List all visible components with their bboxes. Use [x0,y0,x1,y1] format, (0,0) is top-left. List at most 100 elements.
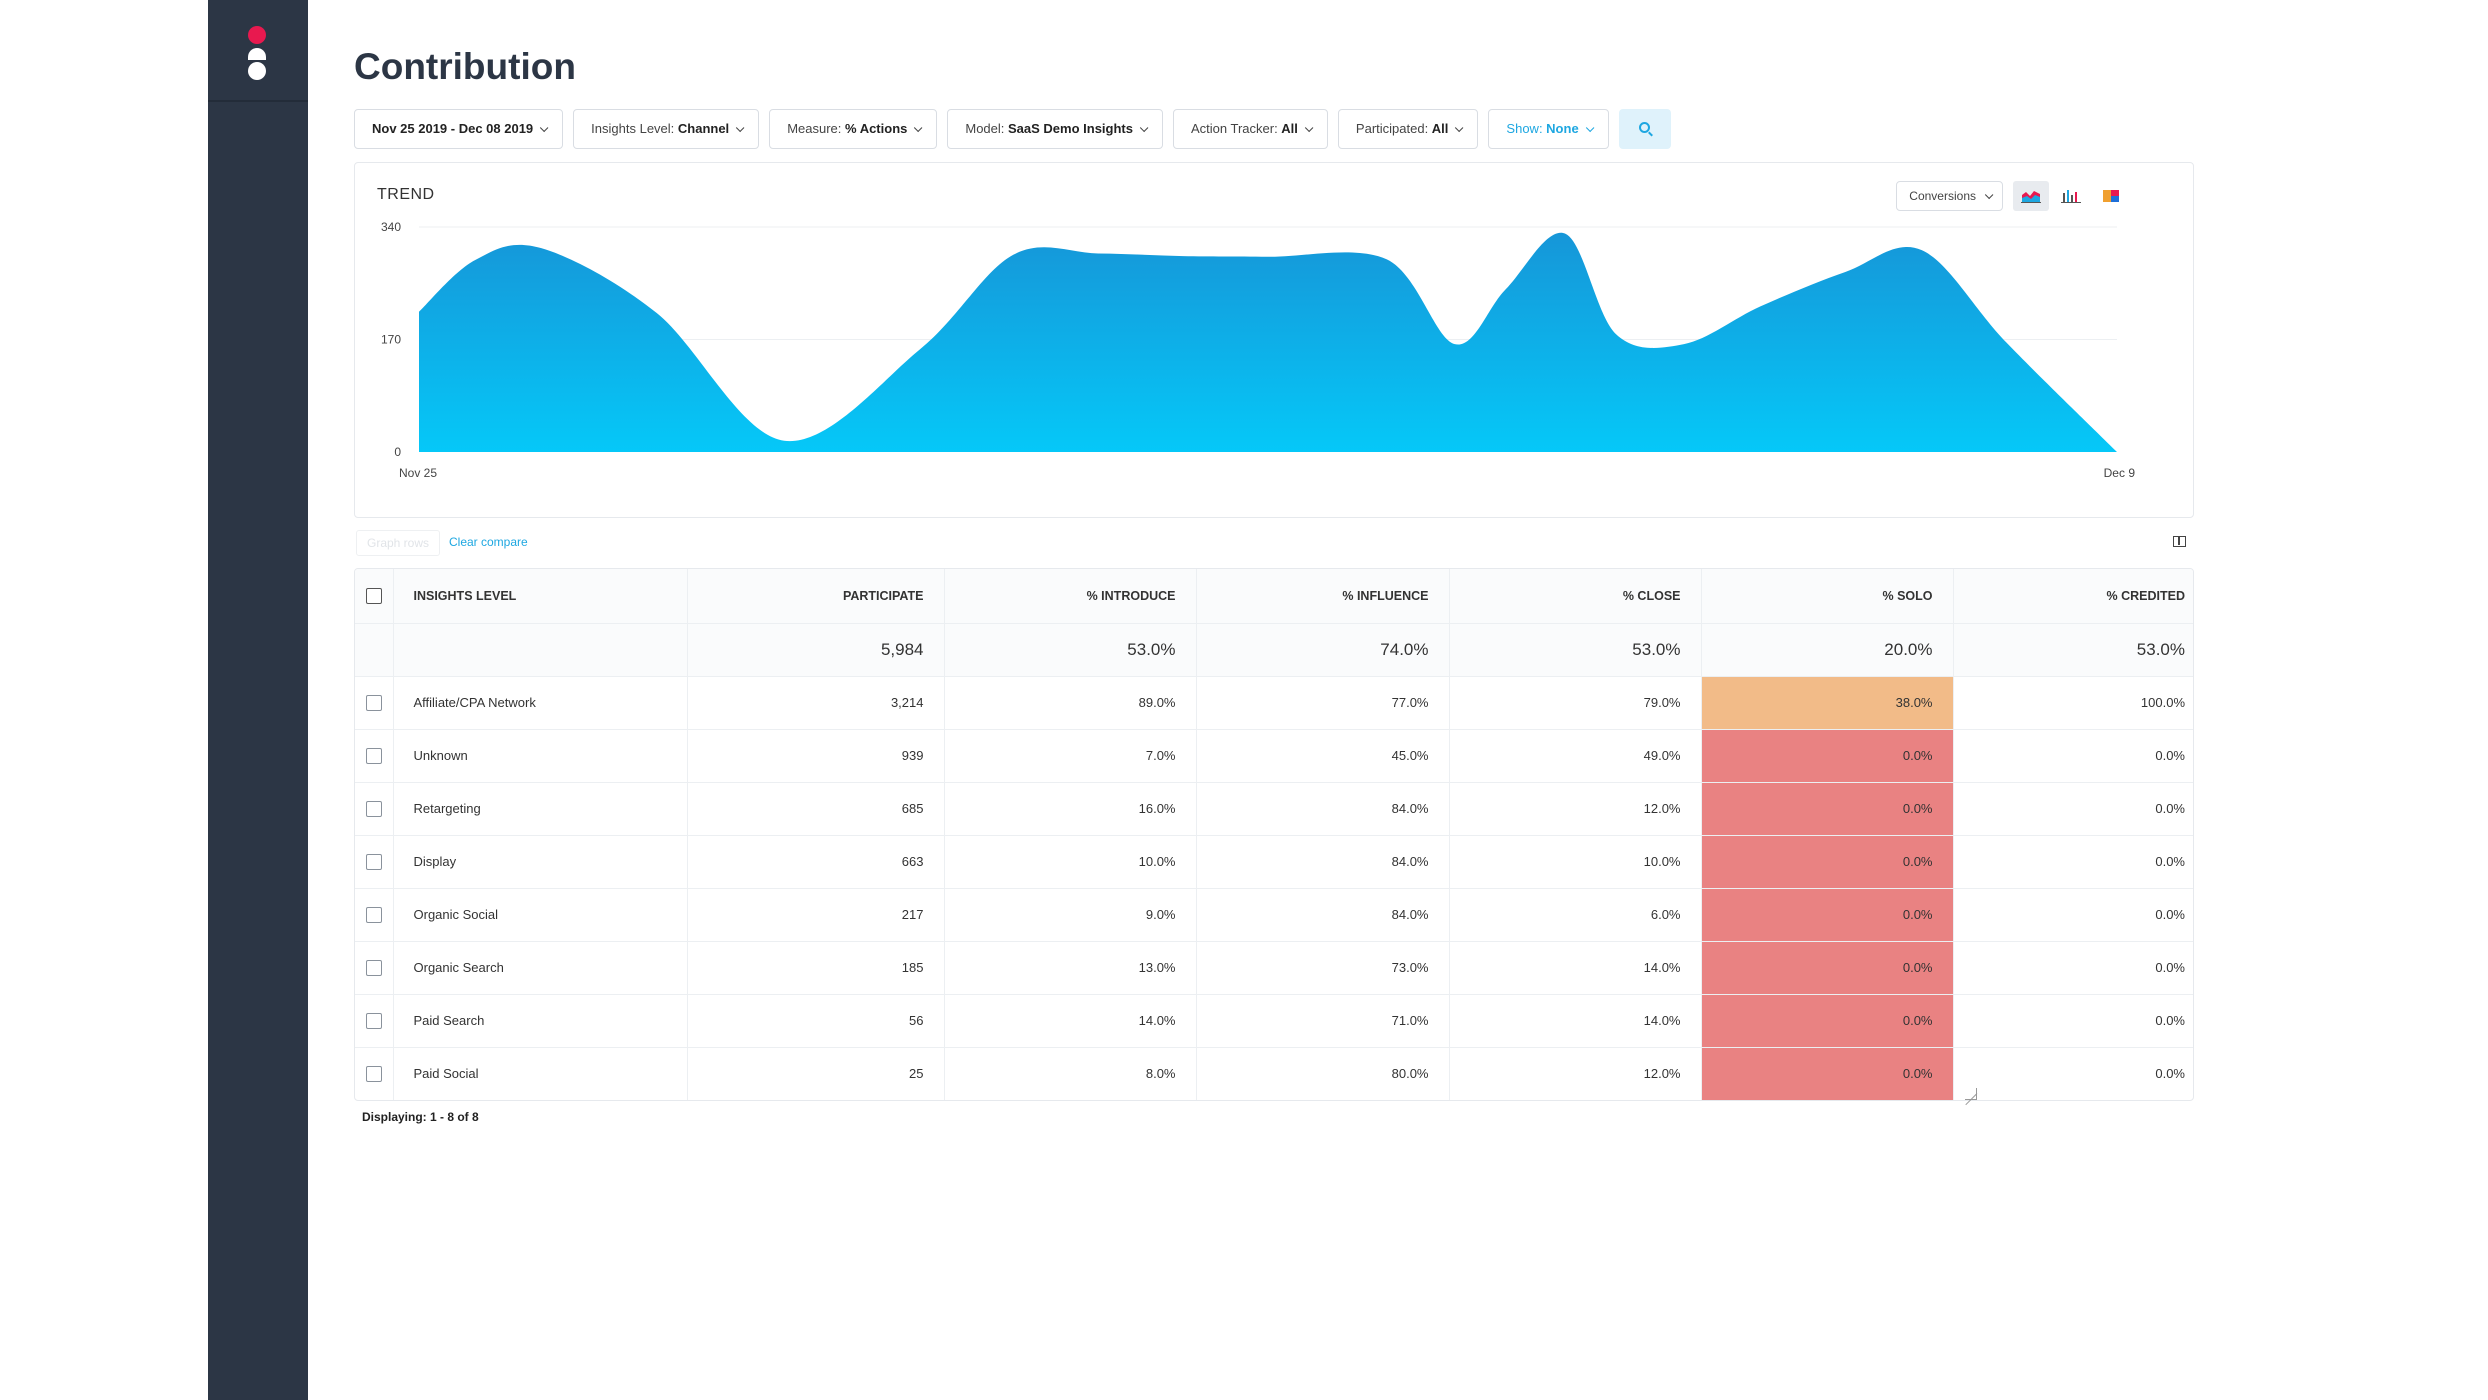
date-range-filter[interactable]: Nov 25 2019 - Dec 08 2019 [354,109,564,149]
table-cell: 0.0% [1701,994,1954,1048]
table-cell: 0.0% [1701,941,1954,995]
table-row[interactable]: Retargeting 685 16.0% 84.0% 12.0% 0.0% 0.0% [355,782,2193,836]
row-checkbox[interactable] [365,1012,382,1029]
trend-title: TREND [377,186,435,203]
trend-area-series[interactable] [419,232,2117,452]
clear-compare-link[interactable]: Clear compare [449,535,528,549]
table-cell: 0.0% [1953,994,2193,1048]
row-checkbox[interactable] [365,694,382,711]
column-header[interactable]: % CREDITED [1953,569,2193,624]
pagination-info: Displaying: 1 - 8 of 8 [362,1110,479,1124]
table-cell: 56 [687,994,945,1048]
filter-value: % Actions [845,121,908,136]
chevron-down-icon [736,123,745,133]
filter-value: Channel [677,121,730,136]
columns-icon[interactable] [2173,536,2186,547]
table-cell: 71.0% [1196,994,1450,1048]
table-cell: 0.0% [1953,835,2193,889]
table-cell: 939 [687,729,945,783]
table-cell: 49.0% [1449,729,1702,783]
row-label: Retargeting [393,782,688,836]
table-row[interactable]: Affiliate/CPA Network 3,214 89.0% 77.0% 79.0… [355,676,2193,730]
table-cell: 16.0% [944,782,1197,836]
filter-label: Model: [965,121,1008,136]
app-logo-icon[interactable] [208,0,308,102]
table-cell: 79.0% [1449,676,1702,730]
model-filter[interactable]: Model: SaaS Demo Insights [947,109,1163,149]
page-margin [0,0,208,1400]
stacked-chart-icon[interactable] [2093,181,2129,211]
row-checkbox[interactable] [365,959,382,976]
row-label: Organic Social [393,888,688,942]
area-chart-icon[interactable] [2013,181,2049,211]
row-checkbox[interactable] [365,1066,382,1083]
metric-select[interactable]: Conversions [1896,181,2003,211]
resize-handle-icon[interactable] [1965,1088,1977,1100]
column-header[interactable]: % SOLO [1701,569,1954,624]
column-header[interactable]: % INFLUENCE [1196,569,1450,624]
table-cell: 0.0% [1701,782,1954,836]
chart-controls: Conversions [1896,181,2129,211]
table-row[interactable]: Display 663 10.0% 84.0% 10.0% 0.0% 0.0% [355,835,2193,889]
column-header[interactable]: PARTICIPATE [687,569,945,624]
table-row[interactable]: Paid Search 56 14.0% 71.0% 14.0% 0.0% 0.0% [355,994,2193,1048]
search-button[interactable] [1618,109,1671,149]
table-row[interactable]: Unknown 939 7.0% 45.0% 49.0% 0.0% 0.0% [355,729,2193,783]
row-checkbox[interactable] [365,747,382,764]
row-checkbox[interactable] [365,853,382,870]
summary-row: 5,984 53.0% 74.0% 53.0% 20.0% 53.0% [355,623,2193,677]
column-header[interactable]: % CLOSE [1449,569,1702,624]
table-cell: 0.0% [1701,835,1954,889]
table-cell: 14.0% [1449,941,1702,995]
data-table: INSIGHTS LEVEL PARTICIPATE% INTRODUCE% IN… [354,568,2194,1101]
table-cell: 685 [687,782,945,836]
column-header[interactable]: % INTRODUCE [944,569,1197,624]
graph-rows-button[interactable]: Graph rows [356,530,441,556]
table-cell: 663 [687,835,945,889]
table-cell: 13.0% [944,941,1197,995]
show-filter[interactable]: Show: None [1488,109,1609,149]
page-title: Contribution [354,46,576,87]
row-checkbox[interactable] [365,906,382,923]
action-tracker-filter[interactable]: Action Tracker: All [1172,109,1328,149]
chevron-down-icon [1585,123,1595,133]
table-cell: 3,214 [687,676,945,730]
row-label: Paid Search [393,994,688,1048]
bar-chart-icon[interactable] [2053,181,2089,211]
row-label: Organic Search [393,941,688,995]
x-tick-label: Dec 9 [2104,466,2136,480]
table-cell: 0.0% [1701,729,1954,783]
row-label: Affiliate/CPA Network [393,676,688,730]
table-cell: 7.0% [944,729,1197,783]
chevron-down-icon [1139,123,1149,133]
table-cell: 0.0% [1953,782,2193,836]
y-tick-label: 170 [381,333,401,347]
chevron-down-icon [914,123,923,133]
table-cell: 73.0% [1196,941,1450,995]
table-cell: 84.0% [1196,888,1450,942]
table-cell: 89.0% [944,676,1197,730]
table-row[interactable]: Organic Social 217 9.0% 84.0% 6.0% 0.0% 0.0% [355,888,2193,942]
insights-level-filter[interactable]: Insights Level: Channel [573,109,760,149]
table-cell: 38.0% [1701,676,1954,730]
summary-cell: 53.0% [1449,623,1702,677]
table-cell: 9.0% [944,888,1197,942]
row-label: Display [393,835,688,889]
table-row[interactable]: Paid Social 25 8.0% 80.0% 12.0% 0.0% 0.0% [355,1047,2193,1100]
summary-cell: 20.0% [1701,623,1954,677]
summary-cell: 74.0% [1196,623,1450,677]
table-cell: 0.0% [1701,888,1954,942]
participated-filter[interactable]: Participated: All [1337,109,1479,149]
filter-label: Participated: [1355,121,1432,136]
row-checkbox[interactable] [365,800,382,817]
select-all-checkbox[interactable] [365,587,382,604]
chevron-down-icon [1984,190,1994,200]
table-cell: 0.0% [1953,941,2193,995]
column-header[interactable]: INSIGHTS LEVEL [393,569,688,624]
table-cell: 25 [687,1047,945,1100]
measure-filter[interactable]: Measure: % Actions [769,109,938,149]
table-row[interactable]: Organic Search 185 13.0% 73.0% 14.0% 0.0% 0.0% [355,941,2193,995]
summary-cell: 53.0% [944,623,1197,677]
table-cell: 0.0% [1953,888,2193,942]
summary-cell: 5,984 [687,623,945,677]
